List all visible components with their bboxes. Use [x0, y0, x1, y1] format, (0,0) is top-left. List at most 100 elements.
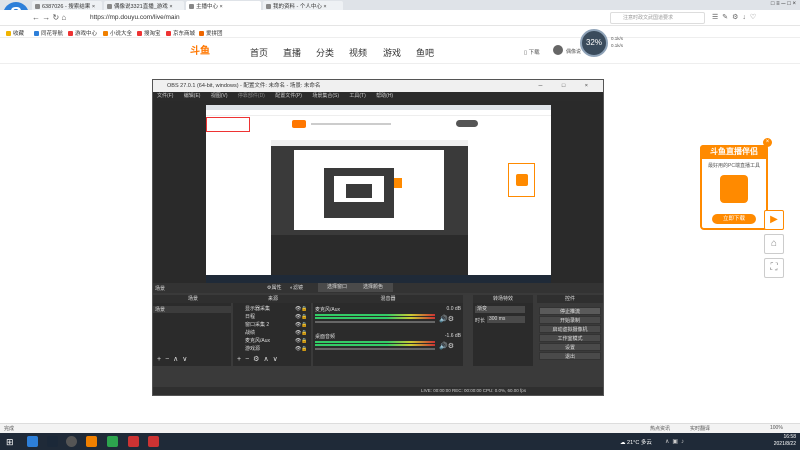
clock[interactable]: 16:58 2021/8/22 — [774, 434, 796, 448]
nested-taskbar — [206, 275, 551, 283]
properties-label: 属性 — [271, 285, 282, 291]
source-item[interactable]: 麦克风/Aux — [245, 337, 270, 344]
preview-capture — [206, 105, 551, 283]
bookmark-6[interactable]: 京东商城 — [166, 29, 195, 37]
exit-button[interactable]: 退出 — [539, 352, 601, 360]
menu-tools[interactable]: 工具(T) — [349, 93, 365, 99]
expand-icon[interactable]: ⛶ — [764, 258, 784, 278]
url-text[interactable]: https://mp.douyu.com/live/main — [90, 14, 180, 21]
source-item[interactable]: 显示器采集 — [245, 305, 270, 312]
speaker-icon[interactable]: 🔊⚙ — [439, 315, 454, 323]
avatar[interactable] — [553, 45, 563, 55]
duration-input[interactable]: 300 ms — [487, 316, 525, 323]
url-bar[interactable]: https://mp.douyu.com/live/main — [90, 12, 610, 24]
bookmark-1[interactable]: 收藏 — [6, 29, 24, 37]
bookmark-4[interactable]: 小说大全 — [103, 29, 132, 37]
status-news[interactable]: 热点资讯 — [650, 425, 670, 432]
tab-4[interactable]: 我的资料 - 个人中心 × — [263, 1, 343, 10]
tray-icons[interactable]: ∧▣♪ — [665, 438, 687, 445]
app-taskbar-icon[interactable] — [148, 436, 159, 447]
speaker-icon[interactable]: 🔊⚙ — [439, 342, 454, 350]
source-item[interactable]: 战绩 — [245, 329, 255, 336]
settings-button[interactable]: 设置 — [539, 343, 601, 351]
toolbar-icons[interactable]: ☰✎⚙↓♡ — [712, 13, 760, 21]
duration-label: 时长 — [475, 318, 486, 324]
tab-2[interactable]: 偶像说3321直播_游戏 × — [104, 1, 184, 10]
forward-icon[interactable]: → — [42, 13, 50, 22]
upload-rate: 0.1k/s — [611, 36, 624, 41]
download-link[interactable]: ▯ 下载 — [524, 48, 540, 56]
menu-view[interactable]: 视图(V) — [211, 93, 228, 99]
start-recording-button[interactable]: 开始录制 — [539, 316, 601, 324]
username[interactable]: 偶像说 — [566, 48, 581, 55]
menu-docks[interactable]: 停靠部件(D) — [238, 93, 265, 99]
source-item[interactable]: 窗口采集 2 — [245, 321, 269, 328]
close-icon[interactable]: × — [763, 138, 772, 147]
scene-item[interactable]: 场景 — [153, 306, 231, 313]
ad-desc: 最好用的PC端直播工具 — [708, 163, 760, 169]
tab-3[interactable]: 主播中心 × — [186, 1, 261, 10]
properties-button[interactable]: ⚙属性 — [267, 284, 282, 291]
home-icon[interactable]: ⌂ — [61, 13, 66, 22]
nav-home[interactable]: 首页 — [250, 46, 268, 59]
bookmark-label: 爱拼团 — [206, 31, 223, 37]
menu-profile[interactable]: 配置文件(P) — [275, 93, 302, 99]
app-taskbar-icon[interactable] — [86, 436, 97, 447]
browser-taskbar-icon[interactable] — [27, 436, 38, 447]
refresh-icon[interactable]: ↻ — [52, 13, 59, 22]
douyu-logo[interactable]: 斗鱼 — [190, 42, 225, 60]
status-translate[interactable]: 实时翻译 — [690, 425, 710, 432]
menu-help[interactable]: 帮助(H) — [376, 93, 393, 99]
status-zoom[interactable]: 100% — [770, 425, 783, 431]
home-side-icon[interactable]: ⌂ — [764, 234, 784, 254]
source-item[interactable]: 游戏源 — [245, 345, 260, 352]
select-window-button[interactable]: 选择窗口 — [318, 283, 356, 292]
download-rate: 0.1k/s — [611, 43, 624, 48]
filters-button[interactable]: ◐滤镜 — [290, 284, 303, 291]
nested-logo — [292, 120, 306, 128]
window-controls[interactable]: □ ≡ ─ □ × — [771, 1, 796, 7]
menu-edit[interactable]: 编辑(E) — [184, 93, 201, 99]
obs-preview[interactable] — [153, 101, 603, 283]
obs-title-bar[interactable]: OBS 27.0.1 (64-bit, windows) - 配置文件: 未命名… — [153, 80, 603, 92]
ad-download-button[interactable]: 立即下载 — [712, 214, 756, 224]
weather[interactable]: ☁ 21°C 多云 — [620, 438, 652, 446]
nav-video[interactable]: 视频 — [349, 46, 367, 59]
bookmark-3[interactable]: 游戏中心 — [68, 29, 97, 37]
play-icon[interactable]: ▶ — [764, 210, 784, 230]
nav-live[interactable]: 直播 — [283, 46, 301, 59]
nav-fishbar[interactable]: 鱼吧 — [416, 46, 434, 59]
app-taskbar-icon[interactable] — [107, 436, 118, 447]
volume-slider[interactable] — [315, 321, 435, 323]
visibility-icons[interactable]: 👁🔒 👁🔒 👁🔒 👁🔒 👁🔒 👁🔒 — [295, 305, 308, 353]
menu-scene-collection[interactable]: 场景集合(S) — [312, 93, 339, 99]
scene-buttons[interactable]: +−∧∨ — [157, 355, 191, 363]
obs-window[interactable]: OBS 27.0.1 (64-bit, windows) - 配置文件: 未命名… — [152, 79, 604, 396]
stop-streaming-button[interactable]: 停止推流 — [539, 307, 601, 315]
nested-inner-obs — [324, 168, 394, 218]
obs-taskbar-icon[interactable] — [66, 436, 77, 447]
nav-buttons[interactable]: ← → ↻ ⌂ — [32, 13, 66, 22]
back-icon[interactable]: ← — [32, 13, 40, 22]
obs-window-controls[interactable]: ─ □ × — [539, 80, 598, 92]
nav-category[interactable]: 分类 — [316, 46, 334, 59]
nav-game[interactable]: 游戏 — [383, 46, 401, 59]
speed-widget[interactable]: 32% — [580, 29, 608, 57]
menu-file[interactable]: 文件(F) — [157, 93, 173, 99]
bookmark-5[interactable]: 搜淘宝 — [137, 29, 161, 37]
studio-mode-button[interactable]: 工作室模式 — [539, 334, 601, 342]
select-color-button[interactable]: 选择颜色 — [353, 283, 393, 292]
source-item[interactable]: 日程 — [245, 313, 255, 320]
windows-start-icon[interactable]: ⊞ — [6, 437, 14, 448]
steam-icon[interactable] — [47, 436, 58, 447]
volume-slider[interactable] — [315, 348, 435, 350]
source-buttons[interactable]: +−⚙∧∨ — [237, 355, 282, 363]
bookmark-7[interactable]: 爱拼团 — [199, 29, 223, 37]
search-input[interactable]: 注意时政文武国道要求 — [610, 12, 705, 24]
selection-box — [206, 117, 250, 132]
bookmark-2[interactable]: 同花导航 — [34, 29, 63, 37]
transition-select[interactable]: 渐变 — [475, 306, 525, 313]
virtual-camera-button[interactable]: 启动虚拟摄像机 — [539, 325, 601, 333]
app-taskbar-icon[interactable] — [128, 436, 139, 447]
tab-1[interactable]: 6387026 - 搜索结果 × — [32, 1, 102, 10]
